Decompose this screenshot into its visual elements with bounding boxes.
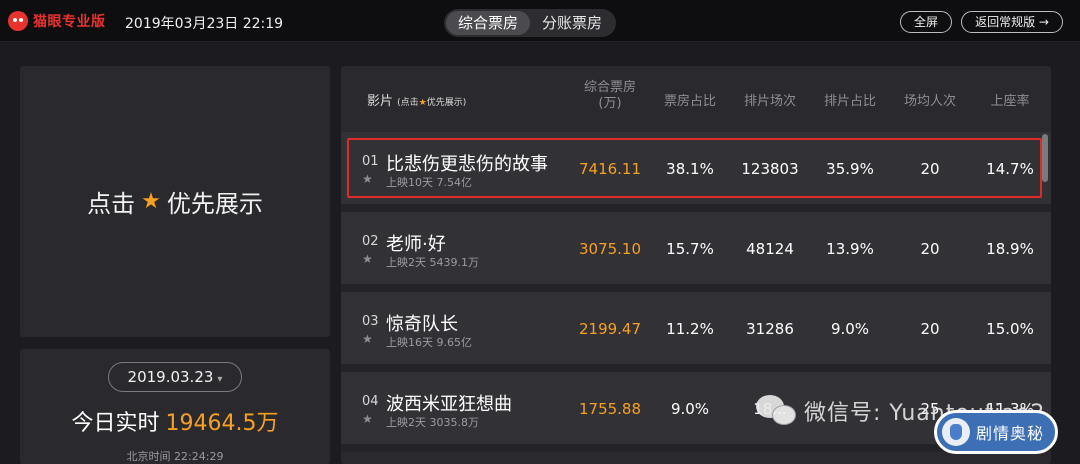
- row-title: 惊奇队长: [386, 314, 458, 335]
- top-bar: 猫眼专业版 2019年03月23日 22:19 综合票房 分账票房 全屏 返回常…: [0, 0, 1080, 42]
- wechat-icon: [756, 393, 800, 429]
- row-meta: 上映16天 9.65亿: [386, 336, 472, 349]
- promo-panel[interactable]: 点击 ★ 优先展示: [20, 66, 330, 337]
- row-sessions: 48124: [746, 240, 794, 258]
- row-box-office: 1755.88: [578, 400, 642, 418]
- row-box-office: 3075.10: [578, 240, 642, 258]
- row-occupancy: 18.9%: [986, 240, 1034, 258]
- row-divider: [341, 204, 1051, 212]
- header-box-office[interactable]: 综合票房 (万): [577, 80, 643, 112]
- juqing-aomi-badge: 剧情奥秘: [934, 410, 1058, 454]
- back-to-normal-button[interactable]: 返回常规版 →: [961, 11, 1063, 33]
- flame-logo-icon: [942, 418, 970, 446]
- row-box-share: 15.7%: [666, 240, 714, 258]
- promo-text: 点击 ★ 优先展示: [20, 66, 330, 337]
- row-divider: [341, 284, 1051, 292]
- fullscreen-button[interactable]: 全屏: [900, 11, 952, 33]
- header-film-label: 影片: [367, 94, 394, 109]
- current-datetime: 2019年03月23日 22:19: [125, 16, 284, 32]
- row-box-share: 9.0%: [670, 400, 710, 418]
- star-icon: ★: [418, 98, 427, 108]
- today-realtime-total: 今日实时 19464.5万: [0, 405, 350, 437]
- tab-combined-box-office[interactable]: 综合票房: [446, 11, 531, 35]
- star-icon[interactable]: ★: [362, 252, 373, 266]
- header-session-share[interactable]: 排片占比: [817, 90, 883, 109]
- header-film-hint-prefix: (点击: [397, 98, 419, 108]
- row-title: 波西米亚狂想曲: [386, 394, 512, 415]
- box-office-type-tabs: 综合票房 分账票房: [444, 9, 617, 37]
- table-header: 影片 (点击★优先展示) 综合票房 (万) 票房占比 排片场次 排片占比 场均人…: [341, 66, 1051, 132]
- table-row[interactable]: 02 老师·好 ★ 上映2天 5439.1万 3075.10 15.7% 481…: [341, 212, 1051, 284]
- promo-suffix: 优先展示: [166, 190, 263, 218]
- row-rank: 03: [362, 314, 379, 329]
- row-title: 老师·好: [386, 234, 446, 255]
- star-icon[interactable]: ★: [362, 332, 373, 346]
- row-box-office: 2199.47: [578, 320, 642, 338]
- header-occupancy[interactable]: 上座率: [977, 90, 1043, 109]
- row-meta: 上映2天 3035.8万: [386, 416, 479, 429]
- row-avg-viewers: 20: [920, 320, 940, 338]
- date-selector-value: 2019.03.23: [127, 368, 214, 386]
- row-occupancy: 15.0%: [986, 320, 1034, 338]
- star-icon: ★: [141, 189, 161, 214]
- table-row[interactable]: 03 惊奇队长 ★ 上映16天 9.65亿 2199.47 11.2% 3128…: [341, 292, 1051, 364]
- promo-prefix: 点击: [87, 190, 136, 218]
- today-realtime-label: 今日实时: [71, 411, 160, 436]
- beijing-time: 北京时间 22:24:29: [126, 450, 224, 463]
- row-rank: 02: [362, 234, 379, 249]
- header-sessions[interactable]: 排片场次: [737, 90, 803, 109]
- today-realtime-value: 19464.5万: [165, 411, 279, 436]
- row-avg-viewers: 20: [920, 240, 940, 258]
- row-divider: [341, 364, 1051, 372]
- caret-down-icon: ▾: [217, 374, 223, 385]
- app-logo[interactable]: 猫眼专业版: [8, 11, 106, 31]
- juqing-aomi-text: 剧情奥秘: [976, 424, 1045, 443]
- row-session-share: 13.9%: [826, 240, 874, 258]
- app-logo-text: 猫眼专业版: [33, 14, 106, 30]
- row-session-share: 9.0%: [830, 320, 870, 338]
- table-scrollbar[interactable]: [1042, 134, 1048, 182]
- header-film-hint-suffix: 优先展示): [426, 98, 467, 108]
- date-selector[interactable]: 2019.03.23 ▾: [108, 362, 242, 392]
- row-sessions: 31286: [746, 320, 794, 338]
- cat-eye-logo-icon: [8, 11, 28, 31]
- star-icon[interactable]: ★: [362, 412, 373, 426]
- header-avg-viewers[interactable]: 场均人次: [897, 90, 963, 109]
- row-meta: 上映2天 5439.1万: [386, 256, 479, 269]
- header-film: 影片 (点击★优先展示): [367, 90, 466, 109]
- highlight-box: [347, 138, 1042, 198]
- row-box-share: 11.2%: [666, 320, 714, 338]
- header-box-share[interactable]: 票房占比: [657, 90, 723, 109]
- tab-split-box-office[interactable]: 分账票房: [530, 11, 614, 35]
- row-rank: 04: [362, 394, 379, 409]
